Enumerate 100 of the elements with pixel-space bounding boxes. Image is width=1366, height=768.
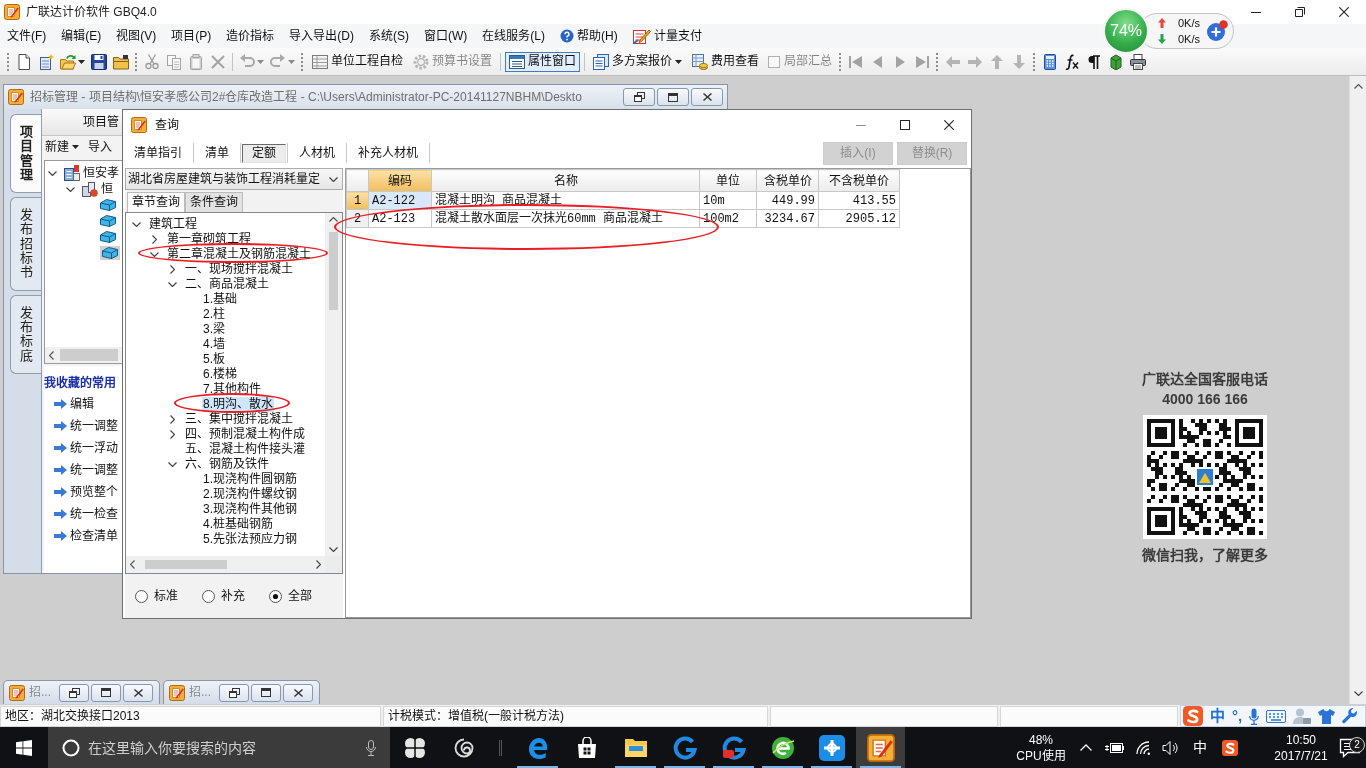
clock-time[interactable]: 10:50 <box>1286 731 1316 748</box>
tree-item[interactable]: 二、商品混凝土 <box>184 277 270 292</box>
toolbar-button[interactable]: 单位工程自检 <box>308 51 407 72</box>
maximize-icon[interactable] <box>900 120 910 130</box>
tree-item[interactable]: 2.现浇构件螺纹钢 <box>202 487 298 502</box>
menu-item[interactable]: 编辑(E) <box>56 28 107 44</box>
radio-option[interactable]: 全部 <box>269 588 312 604</box>
restore-button[interactable] <box>59 683 89 702</box>
tree-item[interactable]: 4.桩基础钢筋 <box>202 517 274 532</box>
menu-item[interactable]: 计量支付 <box>627 28 707 44</box>
chevron-down-icon[interactable] <box>168 462 177 467</box>
plus-icon[interactable] <box>1206 20 1228 42</box>
input-mode[interactable]: 中 <box>1210 707 1225 725</box>
chevron-up-icon[interactable] <box>1080 744 1092 751</box>
toolbar-button[interactable]: 新建 <box>45 139 79 155</box>
wifi-icon[interactable] <box>1136 740 1150 755</box>
chevron-down-icon[interactable] <box>48 170 57 176</box>
scrollbar[interactable] <box>126 556 325 573</box>
block-icon[interactable] <box>100 199 116 211</box>
toolbar-button[interactable]: 属性窗口 <box>505 51 580 72</box>
menu-item[interactable]: 造价指标 <box>221 28 280 44</box>
restore-icon[interactable] <box>1295 7 1305 17</box>
menu-item[interactable]: 在线服务(L) <box>477 28 550 44</box>
tree-item[interactable]: 3.梁 <box>202 322 226 337</box>
side-tab[interactable]: 项目管理 <box>10 114 41 194</box>
chevron-right-icon[interactable] <box>170 265 175 274</box>
scroll-down-icon[interactable] <box>329 547 338 552</box>
scroll-right-icon[interactable] <box>316 560 321 569</box>
tree-item[interactable]: 六、钢筋及铁件 <box>184 457 270 472</box>
close-button[interactable] <box>691 88 723 106</box>
tab[interactable]: 条件查询 <box>185 192 243 212</box>
block-icon[interactable] <box>100 215 116 227</box>
toolbar-button[interactable]: 导入 <box>88 139 112 155</box>
favorite-link[interactable]: 预览整个 <box>70 484 118 500</box>
tree-item[interactable]: 1.基础 <box>202 292 238 307</box>
chevron-down-icon[interactable] <box>150 252 159 257</box>
tree-item[interactable]: 5.先张法预应力钢 <box>202 532 298 547</box>
favorite-link[interactable]: 检查清单 <box>70 528 118 544</box>
scrollbar-thumb[interactable] <box>145 560 227 569</box>
favorite-link[interactable]: 统一调整 <box>70 462 118 478</box>
input-mode[interactable]: 中 <box>1193 738 1207 757</box>
battery-icon[interactable] <box>1104 741 1124 754</box>
tab[interactable]: 补充人材机 <box>348 143 428 163</box>
tree-item[interactable]: 三、集中搅拌混凝土 <box>184 412 294 427</box>
scroll-up-icon[interactable] <box>329 217 338 222</box>
side-tab[interactable]: 发布标底 <box>10 294 41 374</box>
chevron-right-icon[interactable] <box>152 235 157 244</box>
restore-button[interactable] <box>623 88 655 106</box>
minimize-icon[interactable] <box>1251 11 1261 13</box>
punctuation-mode[interactable]: °, <box>1232 707 1243 725</box>
radio-option[interactable]: 标准 <box>135 588 178 604</box>
tree-item[interactable]: 一、现场搅拌混凝土 <box>184 262 294 277</box>
tree-item[interactable]: 8.明沟、散水 <box>202 397 274 412</box>
tree-item[interactable]: 1.现浇构件圆钢筋 <box>202 472 298 487</box>
scrollbar[interactable] <box>325 213 342 556</box>
tab[interactable]: 清单 <box>195 143 239 163</box>
restore-button[interactable] <box>219 683 249 702</box>
clock-date[interactable]: 2017/7/21 <box>1274 747 1328 764</box>
tree-item[interactable]: 4.墙 <box>202 337 226 352</box>
microphone-icon[interactable] <box>366 740 376 756</box>
scroll-down-icon[interactable] <box>1353 691 1363 696</box>
printer-icon[interactable] <box>1130 53 1146 70</box>
menu-item[interactable]: 文件(F) <box>2 28 52 44</box>
s-logo-icon[interactable] <box>1222 739 1238 756</box>
new-file-icon[interactable] <box>16 53 32 70</box>
favorite-link[interactable]: 编辑 <box>70 396 94 412</box>
tree-item[interactable]: 恒安孝 <box>83 165 119 181</box>
column-header[interactable]: 不含税单价 <box>818 169 900 192</box>
user-icon[interactable] <box>1293 708 1312 724</box>
chevron-right-icon[interactable] <box>170 415 175 424</box>
tab[interactable]: 章节查询 <box>127 192 185 212</box>
tree-item[interactable]: 四、预制混凝土构件成 <box>184 427 306 442</box>
tab[interactable]: 清单指引 <box>124 143 192 163</box>
menu-item[interactable]: 视图(V) <box>111 28 162 44</box>
menu-item[interactable]: 导入导出(D) <box>284 28 359 44</box>
side-tab[interactable]: 发布招标书 <box>10 197 41 291</box>
keyboard-icon[interactable] <box>1266 709 1287 723</box>
scroll-left-icon[interactable] <box>49 350 54 360</box>
search-field[interactable]: 在这里输入你要搜索的内容 <box>48 727 390 768</box>
radio-option[interactable]: 补充 <box>202 588 245 604</box>
column-header[interactable]: 名称 <box>431 169 700 192</box>
shirt-icon[interactable] <box>1318 708 1336 724</box>
favorite-link[interactable]: 统一调整 <box>70 418 118 434</box>
cube-icon[interactable] <box>1108 53 1124 70</box>
close-button[interactable] <box>123 683 153 702</box>
tree-item[interactable]: 3.现浇构件其他钢 <box>202 502 298 517</box>
scrollbar-thumb[interactable] <box>60 349 118 361</box>
menu-item[interactable]: 项目(P) <box>166 28 217 44</box>
toolbar-button[interactable]: 多方案报价 <box>589 51 686 72</box>
favorite-link[interactable]: 统一浮动 <box>70 440 118 456</box>
chevron-down-icon[interactable] <box>168 282 177 287</box>
close-icon[interactable] <box>1339 7 1349 17</box>
tree-item[interactable]: 5.板 <box>202 352 226 367</box>
volume-icon[interactable] <box>1162 740 1178 755</box>
chevron-down-icon[interactable] <box>132 222 141 227</box>
tree-item[interactable]: 建筑工程 <box>148 217 198 232</box>
maximize-button[interactable] <box>251 683 281 702</box>
wrench-icon[interactable] <box>1342 708 1359 724</box>
scroll-left-icon[interactable] <box>130 560 135 569</box>
menu-item[interactable]: 帮助(H) <box>555 28 623 44</box>
